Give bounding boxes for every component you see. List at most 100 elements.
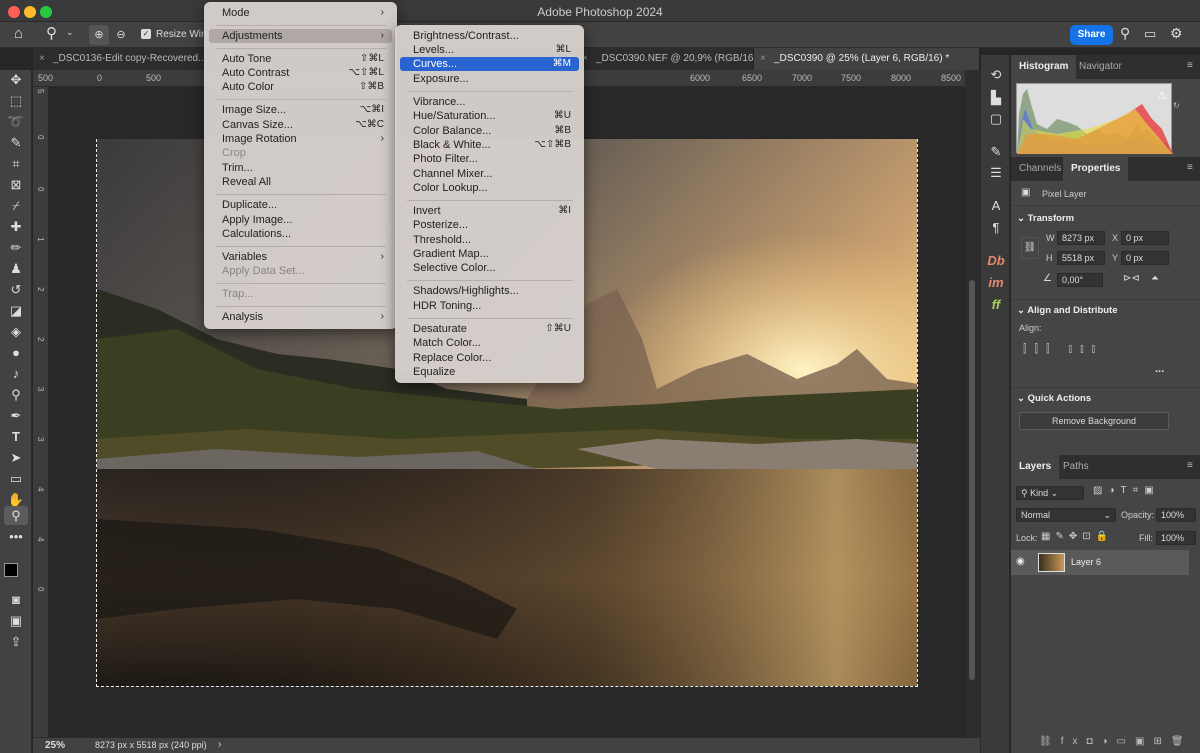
zoom-out-icon[interactable]: ⊖ — [114, 25, 128, 45]
menu-item-curves[interactable]: Curves... ⌘M — [400, 57, 579, 71]
flip-horizontal-icon[interactable]: ⊳⊲ — [1123, 273, 1140, 284]
blur-tool-icon[interactable]: ● — [4, 343, 28, 362]
rectangle-tool-icon[interactable]: ▭ — [4, 469, 28, 488]
menu-item-analysis[interactable]: Analysis › — [209, 310, 392, 324]
chevron-right-icon[interactable]: › — [218, 739, 221, 750]
brush-settings-icon[interactable]: ✎ — [986, 142, 1006, 162]
layer-name[interactable]: Layer 6 — [1071, 557, 1101, 567]
menu-item-color-lookup[interactable]: Color Lookup... — [400, 181, 579, 195]
menu-item-gradient-map[interactable]: Gradient Map... — [400, 247, 579, 261]
panel-menu-icon[interactable]: ≡ — [1187, 460, 1193, 471]
menu-item-desaturate[interactable]: Desaturate ⇧⌘U — [400, 322, 579, 336]
zoom-tool-icon[interactable]: ⚲ — [46, 24, 57, 42]
tab-histogram[interactable]: Histogram — [1011, 55, 1077, 79]
plugin-im-icon[interactable]: im — [986, 273, 1006, 293]
menu-item-levels[interactable]: Levels... ⌘L — [400, 43, 579, 57]
layer-row[interactable]: ◉ Layer 6 — [1011, 550, 1189, 575]
align-heading[interactable]: ⌄ Align and Distribute — [1017, 305, 1118, 316]
search-icon[interactable]: ⚲ — [1120, 25, 1130, 42]
sponge-tool-icon[interactable]: ⚲ — [4, 385, 28, 404]
menu-item-photo-filter[interactable]: Photo Filter... — [400, 152, 579, 166]
menu-item-shadows-highlights[interactable]: Shadows/Highlights... — [400, 284, 579, 298]
opacity-field[interactable]: 100% — [1156, 508, 1196, 522]
menu-item-image-rotation[interactable]: Image Rotation › — [209, 132, 392, 146]
character-icon[interactable]: A — [986, 196, 1006, 216]
eraser-tool-icon[interactable]: ◪ — [4, 301, 28, 320]
frame-tool-icon[interactable]: ⊠ — [4, 175, 28, 194]
lock-icons[interactable]: ▦✎✥⊡🔒 — [1041, 531, 1113, 542]
close-icon[interactable]: × — [39, 48, 45, 70]
home-icon[interactable]: ⌂ — [14, 25, 23, 42]
crop-tool-icon[interactable]: ⌗ — [4, 154, 28, 173]
eyedropper-icon[interactable]: ⌿ — [4, 196, 28, 215]
tab-properties[interactable]: Properties — [1063, 157, 1129, 181]
transform-heading[interactable]: ⌄ Transform — [1017, 213, 1074, 224]
menu-item-duplicate[interactable]: Duplicate... — [209, 198, 392, 212]
paint-bucket-icon[interactable]: ◈ — [4, 322, 28, 341]
menu-item-match-color[interactable]: Match Color... — [400, 336, 579, 350]
screen-mode-icon[interactable]: ▣ — [4, 611, 28, 630]
y-field[interactable]: 0 px — [1121, 251, 1169, 265]
menu-item-auto-contrast[interactable]: Auto Contrast ⌥⇧⌘L — [209, 66, 392, 80]
quick-mask-icon[interactable]: ◙ — [4, 590, 28, 609]
width-field[interactable]: 8273 px — [1057, 231, 1105, 245]
menu-item-vibrance[interactable]: Vibrance... — [400, 95, 579, 109]
menu-item-channel-mixer[interactable]: Channel Mixer... — [400, 167, 579, 181]
tab-dsc0390-nef[interactable]: × _DSC0390.NEF @ 20,9% (RGB/16)... — [576, 48, 754, 70]
height-field[interactable]: 5518 px — [1057, 251, 1105, 265]
menu-item-apply-image[interactable]: Apply Image... — [209, 213, 392, 227]
dodge-tool-icon[interactable]: ♪ — [4, 364, 28, 383]
menu-item-threshold[interactable]: Threshold... — [400, 233, 579, 247]
warning-icon[interactable]: ⚠ — [1157, 89, 1167, 102]
pen-tool-icon[interactable]: ✒ — [4, 406, 28, 425]
zoom-tool-icon[interactable]: ⚲ — [4, 506, 28, 525]
tab-channels[interactable]: Channels — [1011, 157, 1069, 181]
lasso-tool-icon[interactable]: ➰ — [4, 112, 28, 131]
vertical-scrollbar[interactable] — [965, 70, 980, 737]
link-icon[interactable]: ⛓ — [1021, 237, 1039, 259]
visibility-eye-icon[interactable]: ◉ — [1016, 556, 1025, 567]
angle-field[interactable]: 0,00° — [1057, 273, 1103, 287]
menu-item-hue-saturation[interactable]: Hue/Saturation... ⌘U — [400, 109, 579, 123]
workspace-icon[interactable]: ▭ — [1144, 26, 1156, 42]
flip-vertical-icon[interactable]: ⏶ — [1151, 273, 1159, 284]
menu-item-calculations[interactable]: Calculations... — [209, 227, 392, 241]
blend-mode-select[interactable]: Normal ⌄ — [1016, 508, 1116, 522]
zoom-in-icon[interactable]: ⊕ — [89, 25, 109, 45]
marquee-tool-icon[interactable]: ⬚ — [4, 91, 28, 110]
x-field[interactable]: 0 px — [1121, 231, 1169, 245]
menu-item-variables[interactable]: Variables › — [209, 250, 392, 264]
zoom-level[interactable]: 25% — [45, 740, 65, 751]
menu-item-black-white[interactable]: Black & White... ⌥⇧⌘B — [400, 138, 579, 152]
quick-select-icon[interactable]: ✎ — [4, 133, 28, 152]
menu-item-image-size[interactable]: Image Size... ⌥⌘I — [209, 103, 392, 117]
menu-item-auto-color[interactable]: Auto Color ⇧⌘B — [209, 80, 392, 94]
plugin-ff-icon[interactable]: ff — [986, 295, 1006, 315]
history-brush-icon[interactable]: ↺ — [4, 280, 28, 299]
menu-item-reveal-all[interactable]: Reveal All — [209, 175, 392, 189]
remove-background-button[interactable]: Remove Background — [1019, 412, 1169, 430]
adjustments-icon[interactable]: ☰ — [986, 163, 1006, 183]
tab-dsc0390-active[interactable]: × _DSC0390 @ 25% (Layer 6, RGB/16) * — [754, 48, 980, 70]
menu-item-brightness-contrast[interactable]: Brightness/Contrast... — [400, 29, 579, 43]
move-tool-icon[interactable]: ✥ — [4, 70, 28, 89]
refresh-icon[interactable]: ↻ — [1173, 101, 1180, 110]
menu-item-adjustments[interactable]: Adjustments › — [209, 29, 392, 43]
menu-item-invert[interactable]: Invert ⌘I — [400, 204, 579, 218]
layer-filter-select[interactable]: ⚲ Kind ⌄ — [1016, 486, 1084, 500]
history-panel-icon[interactable]: ⟲ — [986, 65, 1006, 85]
close-icon[interactable]: × — [760, 48, 766, 70]
menu-item-selective-color[interactable]: Selective Color... — [400, 261, 579, 275]
menu-item-trim[interactable]: Trim... — [209, 161, 392, 175]
menu-item-exposure[interactable]: Exposure... — [400, 72, 579, 86]
resize-checkbox[interactable]: ✓ — [141, 29, 151, 39]
more-options-button[interactable]: ... — [1155, 363, 1164, 375]
settings-icon[interactable]: ⚙ — [1170, 25, 1183, 42]
comments-icon[interactable]: ▢ — [986, 109, 1006, 129]
menu-item-color-balance[interactable]: Color Balance... ⌘B — [400, 124, 579, 138]
tab-layers[interactable]: Layers — [1011, 455, 1060, 479]
stamp-tool-icon[interactable]: ♟ — [4, 259, 28, 278]
menu-item-canvas-size[interactable]: Canvas Size... ⌥⌘C — [209, 118, 392, 132]
menu-item-replace-color[interactable]: Replace Color... — [400, 351, 579, 365]
libraries-icon[interactable]: ▙ — [986, 88, 1006, 108]
